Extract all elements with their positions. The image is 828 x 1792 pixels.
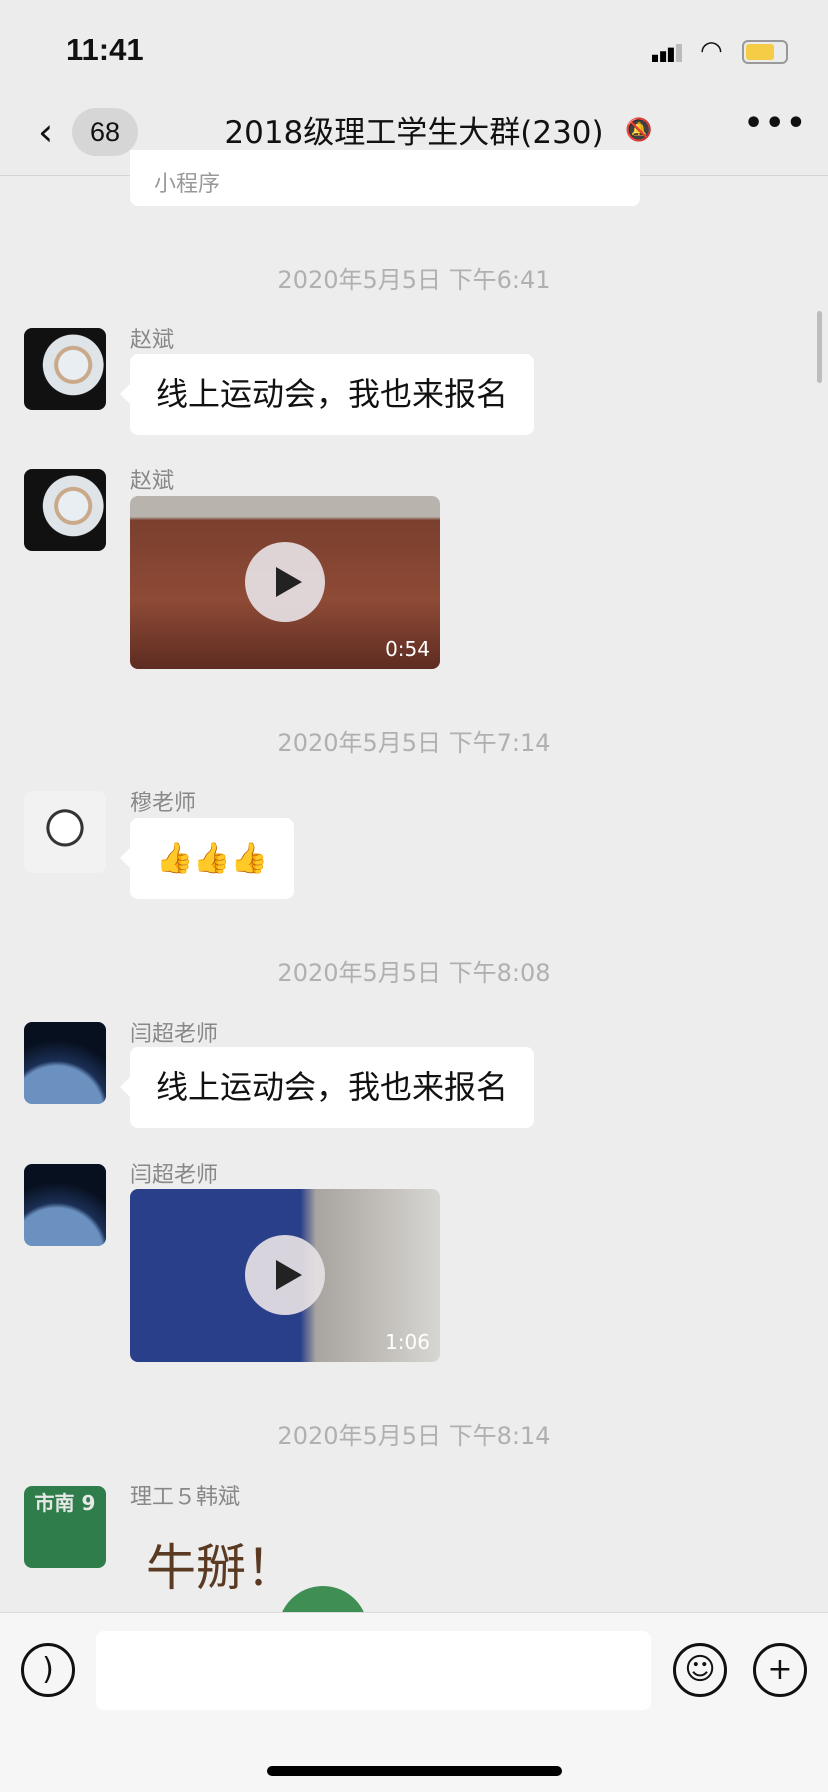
timestamp: 2020年5月5日 下午6:41: [277, 266, 551, 294]
plus-icon[interactable]: +: [753, 1643, 807, 1697]
sender-name: 闫超老师: [130, 1163, 219, 1188]
message-bubble[interactable]: 线上运动会，我也来报名: [119, 354, 535, 435]
video-message[interactable]: 1:06: [130, 1189, 440, 1362]
voice-icon[interactable]: ): [21, 1643, 75, 1697]
sticker-message[interactable]: 牛掰！: [146, 1528, 296, 1600]
input-bar: ) ☺ +: [0, 1612, 828, 1792]
timestamp: 2020年5月5日 下午7:14: [277, 729, 551, 757]
sender-name: 赵斌: [130, 328, 175, 353]
message-input[interactable]: [96, 1631, 651, 1710]
mini-program-card[interactable]: 小程序: [130, 150, 640, 206]
status-bar: 11:41 ◠: [0, 0, 828, 90]
video-message[interactable]: 0:54: [130, 496, 440, 669]
sender-name: 闫超老师: [130, 1022, 219, 1047]
sender-name: 赵斌: [130, 469, 175, 494]
more-button[interactable]: •••: [744, 106, 808, 141]
timestamp: 2020年5月5日 下午8:08: [277, 959, 551, 987]
avatar[interactable]: [24, 791, 106, 873]
video-duration: 0:54: [385, 637, 430, 661]
sender-name: 理工５韩斌: [130, 1485, 241, 1510]
avatar[interactable]: 市南 9: [24, 1486, 106, 1568]
avatar[interactable]: [24, 1022, 106, 1104]
avatar[interactable]: [24, 469, 106, 551]
sender-name: 穆老师: [130, 791, 197, 816]
avatar[interactable]: [24, 328, 106, 410]
play-icon[interactable]: [245, 1235, 325, 1315]
message-bubble[interactable]: 👍👍👍: [119, 818, 295, 899]
scrollbar[interactable]: [817, 311, 822, 383]
battery-icon: [742, 40, 788, 64]
bell-slash-icon: 🔕: [625, 118, 653, 143]
signal-icon: [652, 44, 682, 62]
play-icon[interactable]: [245, 542, 325, 622]
video-duration: 1:06: [385, 1330, 430, 1354]
wifi-icon: ◠: [700, 36, 723, 66]
smiley-icon[interactable]: ☺: [673, 1643, 727, 1697]
chat-title: 2018级理工学生大群(230): [224, 115, 604, 151]
status-time: 11:41: [66, 32, 144, 67]
timestamp: 2020年5月5日 下午8:14: [277, 1422, 551, 1450]
home-indicator: [267, 1766, 562, 1776]
avatar[interactable]: [24, 1164, 106, 1246]
mini-program-label: 小程序: [154, 172, 221, 197]
message-bubble[interactable]: 线上运动会，我也来报名: [119, 1047, 535, 1128]
